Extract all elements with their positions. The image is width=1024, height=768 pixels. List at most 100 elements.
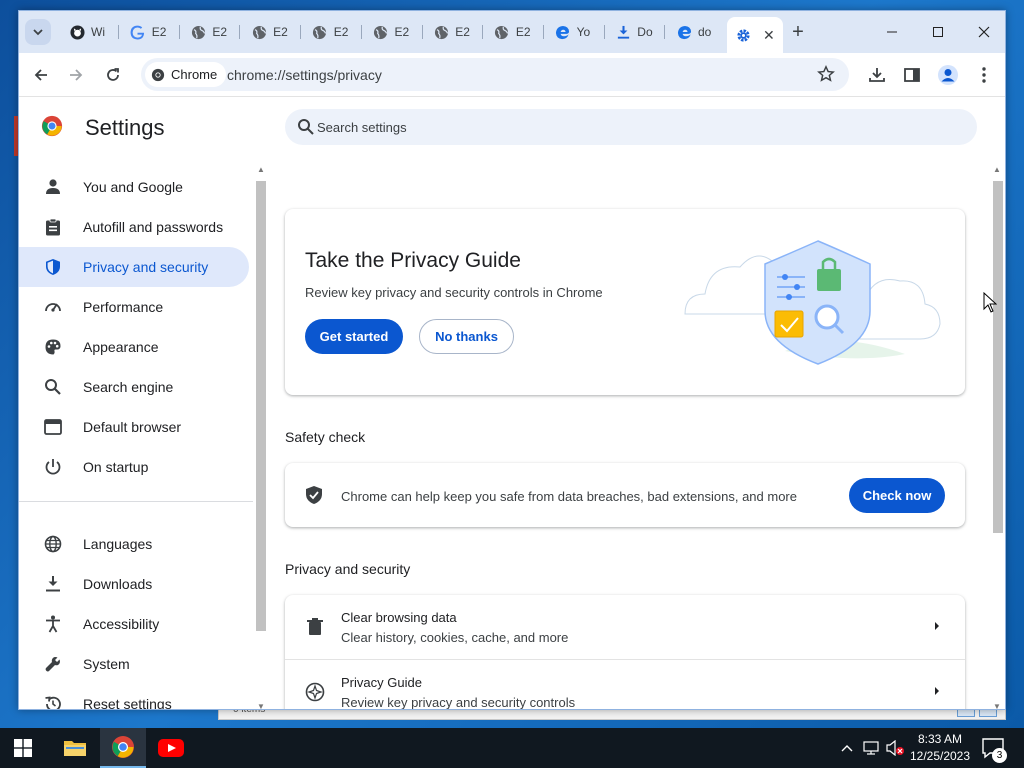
sidebar-item-privacy-and-security[interactable]: Privacy and security	[19, 247, 249, 287]
browser-tab[interactable]: E2	[363, 19, 421, 45]
url-text[interactable]: chrome://settings/privacy	[227, 67, 382, 83]
get-started-button[interactable]: Get started	[305, 319, 403, 354]
close-icon	[978, 26, 990, 38]
sidebar-item-autofill-and-passwords[interactable]: Autofill and passwords	[19, 207, 249, 247]
sidebar-item-label: Autofill and passwords	[83, 219, 224, 235]
network-tray-button[interactable]	[860, 728, 882, 768]
browser-tab[interactable]: E2	[302, 19, 360, 45]
start-button[interactable]	[0, 728, 46, 768]
search-icon	[298, 119, 314, 135]
sidebar-item-label: Privacy and security	[83, 259, 209, 275]
scroll-down-arrow-icon[interactable]: ▼	[257, 702, 265, 709]
reload-icon	[107, 68, 119, 81]
scroll-up-arrow-icon[interactable]: ▲	[257, 165, 265, 174]
network-icon	[863, 741, 879, 755]
main-scrollbar[interactable]: ▲ ▼	[991, 165, 1005, 709]
sidebar-item-accessibility[interactable]: Accessibility	[19, 604, 249, 644]
sidebar-item-label: You and Google	[83, 179, 183, 195]
sidebar-item-downloads[interactable]: Downloads	[19, 564, 249, 604]
sidebar-item-languages[interactable]: Languages	[19, 524, 249, 564]
taskbar: 8:33 AM 12/25/2023 3	[0, 728, 1024, 768]
sidebar-item-appearance[interactable]: Appearance	[19, 327, 249, 367]
globe-icon	[251, 24, 267, 40]
tab-search-button[interactable]	[25, 19, 51, 45]
chrome-window: Wi E2 E2 E2 E2 E2 E2 E2 Yo Do do ✕ + Chr…	[18, 10, 1006, 710]
close-tab-icon[interactable]: ✕	[763, 27, 775, 44]
maximize-button[interactable]	[915, 17, 961, 47]
tab-label: E2	[151, 25, 167, 39]
sidebar-item-performance[interactable]: Performance	[19, 287, 249, 327]
folder-icon	[64, 741, 86, 756]
sidebar-item-system[interactable]: System	[19, 644, 249, 684]
arrow-right-icon	[935, 622, 939, 630]
tab-settings[interactable]: ✕	[727, 17, 783, 53]
clear-browsing-data-row[interactable]: Clear browsing data Clear history, cooki…	[285, 595, 965, 660]
globe-icon	[43, 534, 63, 554]
show-hidden-icons[interactable]	[838, 728, 856, 768]
browser-tab[interactable]: E2	[423, 19, 481, 45]
tab-label: E2	[212, 25, 228, 39]
search-settings[interactable]	[285, 109, 977, 145]
chrome-logo-icon	[151, 68, 165, 81]
youtube-taskbar-button[interactable]	[148, 728, 194, 768]
reload-button[interactable]	[99, 61, 127, 89]
sidebar-scrollbar[interactable]: ▲ ▼	[255, 165, 267, 709]
taskbar-clock[interactable]: 8:33 AM 12/25/2023	[908, 731, 972, 765]
chevron-down-icon	[33, 29, 43, 36]
edge-icon	[676, 24, 692, 40]
search-settings-input[interactable]	[317, 109, 957, 145]
side-panel-icon	[904, 68, 920, 82]
file-explorer-button[interactable]	[52, 728, 98, 768]
browser-tab[interactable]: do	[666, 19, 724, 45]
download-icon	[869, 68, 885, 82]
sidebar-scrollbar-thumb[interactable]	[256, 181, 266, 631]
scroll-up-arrow-icon[interactable]: ▲	[993, 165, 1001, 174]
side-panel-button[interactable]	[898, 61, 926, 89]
browser-tab[interactable]: E2	[120, 19, 178, 45]
scroll-down-arrow-icon[interactable]: ▼	[993, 702, 1001, 709]
privacy-guide-card: Take the Privacy Guide Review key privac…	[285, 209, 965, 395]
browser-tab[interactable]: E2	[484, 19, 542, 45]
back-button[interactable]	[27, 61, 55, 89]
site-info-chip[interactable]: Chrome	[145, 62, 227, 87]
clock-date: 12/25/2023	[909, 749, 971, 763]
browser-tab[interactable]: Wi	[59, 19, 117, 45]
chevron-up-icon	[841, 745, 853, 752]
browser-tab[interactable]: E2	[241, 19, 299, 45]
globe-icon	[433, 24, 449, 40]
chrome-logo-icon	[112, 736, 134, 758]
sidebar-item-reset-settings[interactable]: Reset settings	[19, 684, 249, 709]
tab-label: E2	[455, 25, 470, 39]
main-scrollbar-thumb[interactable]	[993, 181, 1003, 533]
sidebar-item-label: System	[83, 656, 130, 672]
forward-button[interactable]	[62, 61, 90, 89]
profile-button[interactable]	[934, 61, 962, 89]
minimize-button[interactable]	[869, 17, 915, 47]
sidebar-item-you-and-google[interactable]: You and Google	[19, 167, 249, 207]
browser-tab[interactable]: Yo	[545, 19, 603, 45]
no-thanks-button[interactable]: No thanks	[419, 319, 514, 354]
downloads-button[interactable]	[863, 61, 891, 89]
menu-button[interactable]	[970, 61, 998, 89]
sidebar-item-on-startup[interactable]: On startup	[19, 447, 249, 487]
check-now-button[interactable]: Check now	[849, 478, 945, 513]
settings-title: Settings	[85, 115, 165, 140]
sidebar-item-search-engine[interactable]: Search engine	[19, 367, 249, 407]
minimize-icon	[887, 31, 897, 33]
volume-tray-button[interactable]	[884, 728, 906, 768]
new-tab-button[interactable]: +	[787, 21, 809, 43]
sidebar-item-label: Downloads	[83, 576, 153, 592]
address-bar[interactable]: Chrome chrome://settings/privacy	[141, 58, 849, 91]
arrow-left-icon	[34, 69, 47, 81]
sidebar-item-default-browser[interactable]: Default browser	[19, 407, 249, 447]
browser-tab[interactable]: Do	[605, 19, 663, 45]
browser-tab[interactable]: E2	[180, 19, 238, 45]
sidebar-item-label: Search engine	[83, 379, 174, 395]
chrome-taskbar-button[interactable]	[100, 728, 146, 768]
close-window-button[interactable]	[961, 17, 1005, 47]
privacy-guide-illustration	[684, 240, 941, 365]
chrome-logo-icon	[41, 115, 63, 137]
star-icon[interactable]	[817, 65, 835, 83]
notification-badge: 3	[992, 748, 1007, 763]
privacy-guide-row[interactable]: Privacy Guide Review key privacy and sec…	[285, 660, 965, 709]
